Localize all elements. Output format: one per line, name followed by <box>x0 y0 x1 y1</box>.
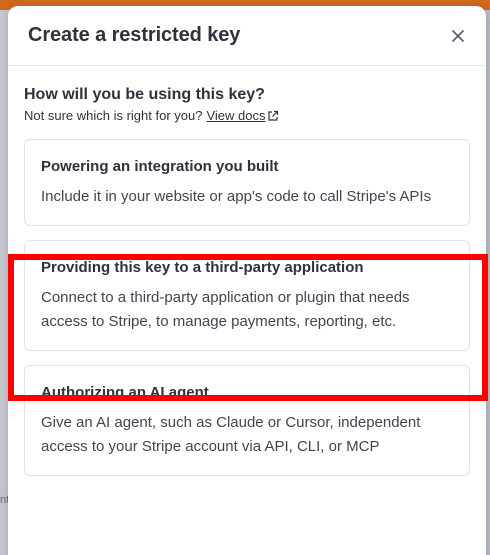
option-integration[interactable]: Powering an integration you built Includ… <box>24 139 470 226</box>
view-docs-label: View docs <box>206 108 266 123</box>
close-button[interactable] <box>446 24 470 48</box>
usage-hint: Not sure which is right for you? View do… <box>24 108 470 123</box>
key-usage-options: Powering an integration you built Includ… <box>8 139 488 476</box>
view-docs-link[interactable]: View docs <box>206 108 279 123</box>
option-description: Give an AI agent, such as Claude or Curs… <box>41 414 421 455</box>
option-third-party[interactable]: Providing this key to a third-party appl… <box>24 240 470 351</box>
dialog-header: Create a restricted key <box>8 6 486 66</box>
dialog-body: How will you be using this key? Not sure… <box>8 66 488 476</box>
option-ai-agent[interactable]: Authorizing an AI agent Give an AI agent… <box>24 365 470 476</box>
close-icon <box>452 29 464 42</box>
external-link-icon <box>267 110 279 122</box>
dialog-title: Create a restricted key <box>28 24 241 46</box>
hint-text: Not sure which is right for you? <box>24 108 203 123</box>
create-restricted-key-dialog: Create a restricted key How will you be … <box>8 6 488 555</box>
option-description: Connect to a third-party application or … <box>41 289 410 330</box>
option-title: Powering an integration you built <box>41 158 279 175</box>
option-description: Include it in your website or app's code… <box>41 188 432 205</box>
option-title: Providing this key to a third-party appl… <box>41 259 364 276</box>
option-title: Authorizing an AI agent <box>41 384 209 401</box>
usage-question: How will you be using this key? <box>24 86 265 103</box>
